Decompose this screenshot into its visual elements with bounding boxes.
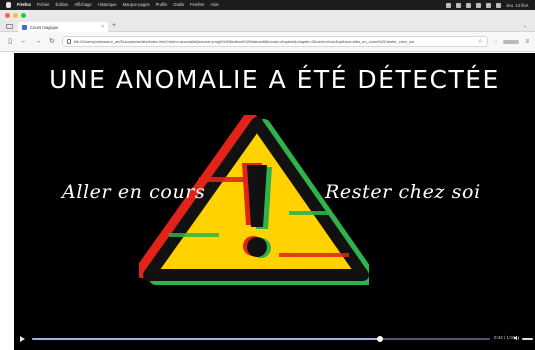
menubar-clock[interactable]: Jeu. 13 févr. xyxy=(506,3,529,8)
menu-item-history[interactable]: Historique xyxy=(98,0,117,10)
menu-item-file[interactable]: Fichier xyxy=(37,0,50,10)
browser-navbar: ▯ ← → ↻ file:///Users/professeur_art/Doc… xyxy=(0,32,535,52)
menu-item-window[interactable]: Fenêtre xyxy=(190,0,204,10)
browser-tab-active[interactable]: Cours magique × xyxy=(18,22,108,32)
video-controls: 0:42 / 1:02 xyxy=(14,328,535,350)
account-profile-button[interactable] xyxy=(503,39,520,44)
choice-stay-home-button[interactable]: Rester chez soi xyxy=(325,181,481,203)
menu-item-view[interactable]: Affichage xyxy=(74,0,91,10)
forward-arrow-icon[interactable]: → xyxy=(34,38,42,45)
menu-item-profiles[interactable]: Profils xyxy=(156,0,168,10)
play-icon[interactable] xyxy=(20,336,25,342)
shield-icon[interactable]: ◌ xyxy=(494,39,498,45)
zoom-window-button[interactable] xyxy=(21,13,26,18)
video-time: 0:42 / 1:02 xyxy=(494,335,516,340)
tab-title: Cours magique xyxy=(30,24,59,30)
menu-item-edit[interactable]: Édition xyxy=(56,0,69,10)
control-center-icon[interactable] xyxy=(496,2,502,8)
search-icon[interactable] xyxy=(486,2,492,8)
status-icon[interactable] xyxy=(456,2,462,8)
close-tab-icon[interactable]: × xyxy=(101,24,104,30)
volume-slider[interactable] xyxy=(522,338,533,340)
apple-icon[interactable] xyxy=(6,2,11,8)
sidebar-panel-icon[interactable]: ▯ xyxy=(6,38,14,45)
window-controls xyxy=(5,13,26,18)
status-icon[interactable] xyxy=(446,2,452,8)
video-headline: UNE ANOMALIE A ÉTÉ DÉTECTÉE xyxy=(49,65,500,94)
video-progress-bar[interactable] xyxy=(32,336,490,342)
tab-favicon-icon xyxy=(22,24,27,30)
url-text[interactable]: file:///Users/professeur_art/Documents/s… xyxy=(74,39,475,44)
menu-item-bookmarks[interactable]: Marque-pages xyxy=(123,0,150,10)
wifi-icon[interactable] xyxy=(476,2,482,8)
macos-menubar: Firefox Fichier Édition Affichage Histor… xyxy=(0,0,535,10)
menubar-status-area: Jeu. 13 févr. xyxy=(446,2,529,8)
video-progress-fill xyxy=(32,338,381,340)
page-info-icon[interactable] xyxy=(67,39,71,44)
minimize-window-button[interactable] xyxy=(13,13,18,18)
address-bar[interactable]: file:///Users/professeur_art/Documents/s… xyxy=(62,36,488,47)
close-window-button[interactable] xyxy=(5,13,10,18)
battery-icon[interactable] xyxy=(466,2,472,8)
choice-go-to-class-button[interactable]: Aller en cours xyxy=(62,181,205,203)
menu-item-help[interactable]: Aide xyxy=(210,0,218,10)
tab-list-chevron-down-icon[interactable]: ⌄ xyxy=(523,23,527,29)
video-progress-handle[interactable] xyxy=(377,336,384,342)
menu-icon[interactable]: ≡ xyxy=(525,39,529,45)
video-player[interactable]: UNE ANOMALIE A ÉTÉ DÉTECTÉE Aller en cou… xyxy=(14,53,535,350)
reload-icon[interactable]: ↻ xyxy=(48,38,56,45)
bookmark-star-icon[interactable]: ☆ xyxy=(478,38,483,45)
new-tab-button[interactable]: + xyxy=(112,22,116,30)
sidebar-toggle-icon[interactable] xyxy=(6,24,13,29)
menu-item-tools[interactable]: Outils xyxy=(173,0,184,10)
menu-app-name[interactable]: Firefox xyxy=(17,0,31,10)
volume-icon[interactable] xyxy=(514,335,520,341)
back-arrow-icon[interactable]: ← xyxy=(20,38,28,45)
browser-tabstrip: Cours magique × + ⌄ xyxy=(0,10,535,32)
